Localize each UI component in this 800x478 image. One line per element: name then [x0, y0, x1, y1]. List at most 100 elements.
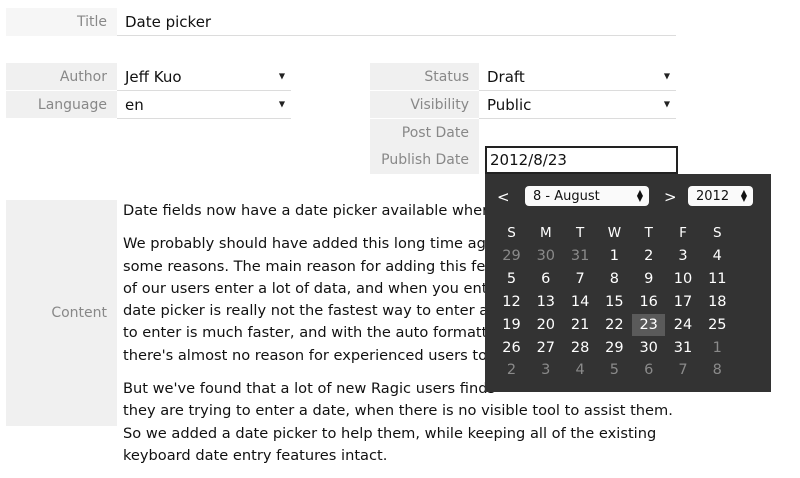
publish-date-input[interactable]: 2012/8/23 [485, 146, 678, 174]
calendar-day[interactable]: 28 [564, 337, 597, 359]
language-select[interactable]: en ▼ [117, 91, 291, 118]
select-arrows-icon: ▲ ▼ [740, 188, 747, 203]
visibility-select[interactable]: Public ▼ [479, 91, 676, 118]
calendar-day[interactable]: 23 [632, 313, 666, 336]
title-underline [117, 35, 676, 36]
calendar-day[interactable]: 9 [632, 268, 665, 290]
month-value: 8 - August [533, 188, 600, 204]
calendar-day[interactable]: 24 [667, 314, 700, 336]
language-label: Language [6, 91, 117, 118]
status-value: Draft [487, 67, 525, 86]
content-line: some reasons. The main reason for adding… [123, 257, 495, 275]
dropdown-arrow-icon: ▼ [278, 71, 285, 81]
language-value: en [125, 95, 144, 114]
calendar-day[interactable]: 10 [667, 268, 700, 290]
calendar-day[interactable]: 27 [529, 337, 562, 359]
next-month-button[interactable]: > [664, 188, 677, 206]
calendar-day[interactable]: 20 [529, 314, 562, 336]
language-underline [117, 118, 291, 119]
author-value: Jeff Kuo [125, 67, 182, 86]
calendar-day[interactable]: 26 [495, 337, 528, 359]
dropdown-arrow-icon: ▼ [663, 99, 670, 109]
calendar-day[interactable]: 29 [495, 245, 528, 267]
calendar-day[interactable]: 8 [598, 268, 631, 290]
calendar-day[interactable]: 22 [598, 314, 631, 336]
calendar-day[interactable]: 29 [598, 337, 631, 359]
visibility-row: Visibility Public ▼ [370, 91, 676, 118]
calendar-day[interactable]: 1 [598, 245, 631, 267]
author-row: Author Jeff Kuo ▼ [6, 63, 291, 90]
publish-date-row: Publish Date [370, 146, 485, 174]
select-arrows-icon: ▲ ▼ [636, 188, 643, 203]
calendar-day[interactable]: 16 [632, 291, 665, 313]
weekday-header: S [713, 225, 722, 241]
calendar-day[interactable]: 4 [564, 359, 597, 381]
content-line: of our users enter a lot of data, and wh… [123, 279, 497, 297]
weekday-header: T [644, 225, 653, 241]
calendar-day[interactable]: 3 [667, 245, 700, 267]
title-row: Title Date picker [6, 8, 676, 36]
weekday-header: T [575, 225, 585, 241]
content-line: keyboard date entry features intact. [123, 446, 388, 464]
year-value: 2012 [696, 188, 730, 204]
language-row: Language en ▼ [6, 91, 291, 118]
calendar-day[interactable]: 2 [632, 245, 665, 267]
content-label: Content [6, 200, 117, 426]
title-label: Title [6, 8, 117, 36]
calendar-day[interactable]: 7 [564, 268, 597, 290]
content-line: there's almost no reason for experienced… [123, 346, 488, 364]
calendar-day[interactable]: 15 [598, 291, 631, 313]
visibility-label: Visibility [370, 91, 479, 118]
year-select[interactable]: 2012 ▲ ▼ [688, 186, 753, 206]
calendar-day[interactable]: 4 [701, 245, 734, 267]
dropdown-arrow-icon: ▼ [663, 71, 670, 81]
calendar-day[interactable]: 8 [701, 359, 734, 381]
calendar-day[interactable]: 14 [564, 291, 597, 313]
content-line: Date fields now have a date picker avail… [123, 202, 492, 219]
content-line: they are trying to enter a date, when th… [123, 402, 673, 420]
title-field[interactable]: Date picker [117, 8, 211, 36]
calendar-day[interactable]: 2 [495, 359, 528, 381]
calendar-day[interactable]: 19 [495, 314, 528, 336]
calendar-day[interactable]: 5 [598, 359, 631, 381]
publish-date-label: Publish Date [370, 146, 479, 174]
calendar-day[interactable]: 18 [701, 291, 734, 313]
post-date-row: Post Date [370, 119, 676, 146]
calendar-day[interactable]: 6 [632, 359, 665, 381]
status-label: Status [370, 63, 479, 90]
calendar-day[interactable]: 11 [701, 268, 734, 290]
date-picker-popup: < 8 - August ▲ ▼ > 2012 ▲ ▼ S M T W T F S 29 30 31 1… [485, 174, 771, 392]
calendar-day[interactable]: 3 [529, 359, 562, 381]
calendar-day[interactable]: 25 [701, 314, 734, 336]
calendar-day[interactable]: 31 [564, 245, 597, 267]
month-select[interactable]: 8 - August ▲ ▼ [525, 186, 649, 206]
calendar-day[interactable]: 30 [632, 337, 665, 359]
calendar-day[interactable]: 1 [701, 337, 734, 359]
content-line: date picker is really not the fastest wa… [123, 302, 489, 320]
content-line: We probably should have added this long … [123, 235, 495, 253]
status-row: Status Draft ▼ [370, 63, 676, 90]
calendar-day[interactable]: 31 [667, 337, 700, 359]
calendar-day[interactable]: 30 [529, 245, 562, 267]
content-line: So we added a date picker to help them, … [123, 424, 657, 442]
dropdown-arrow-icon: ▼ [278, 99, 285, 109]
post-date-field[interactable] [479, 119, 676, 146]
weekday-header: F [679, 225, 687, 241]
calendar-day[interactable]: 21 [564, 314, 597, 336]
calendar-day[interactable]: 12 [495, 291, 528, 313]
prev-month-button[interactable]: < [497, 188, 510, 206]
calendar-day[interactable]: 7 [667, 359, 700, 381]
author-select[interactable]: Jeff Kuo ▼ [117, 63, 291, 90]
post-date-label: Post Date [370, 119, 479, 146]
content-line: But we've found that a lot of new Ragic … [123, 380, 496, 398]
calendar-day[interactable]: 6 [529, 268, 562, 290]
weekday-header: W [607, 225, 622, 241]
weekday-header: S [507, 225, 516, 241]
status-select[interactable]: Draft ▼ [479, 63, 676, 90]
author-label: Author [6, 63, 117, 90]
calendar-day[interactable]: 5 [495, 268, 528, 290]
calendar-day[interactable]: 17 [667, 291, 700, 313]
weekday-header: M [539, 225, 552, 241]
visibility-value: Public [487, 95, 532, 114]
calendar-day[interactable]: 13 [529, 291, 562, 313]
